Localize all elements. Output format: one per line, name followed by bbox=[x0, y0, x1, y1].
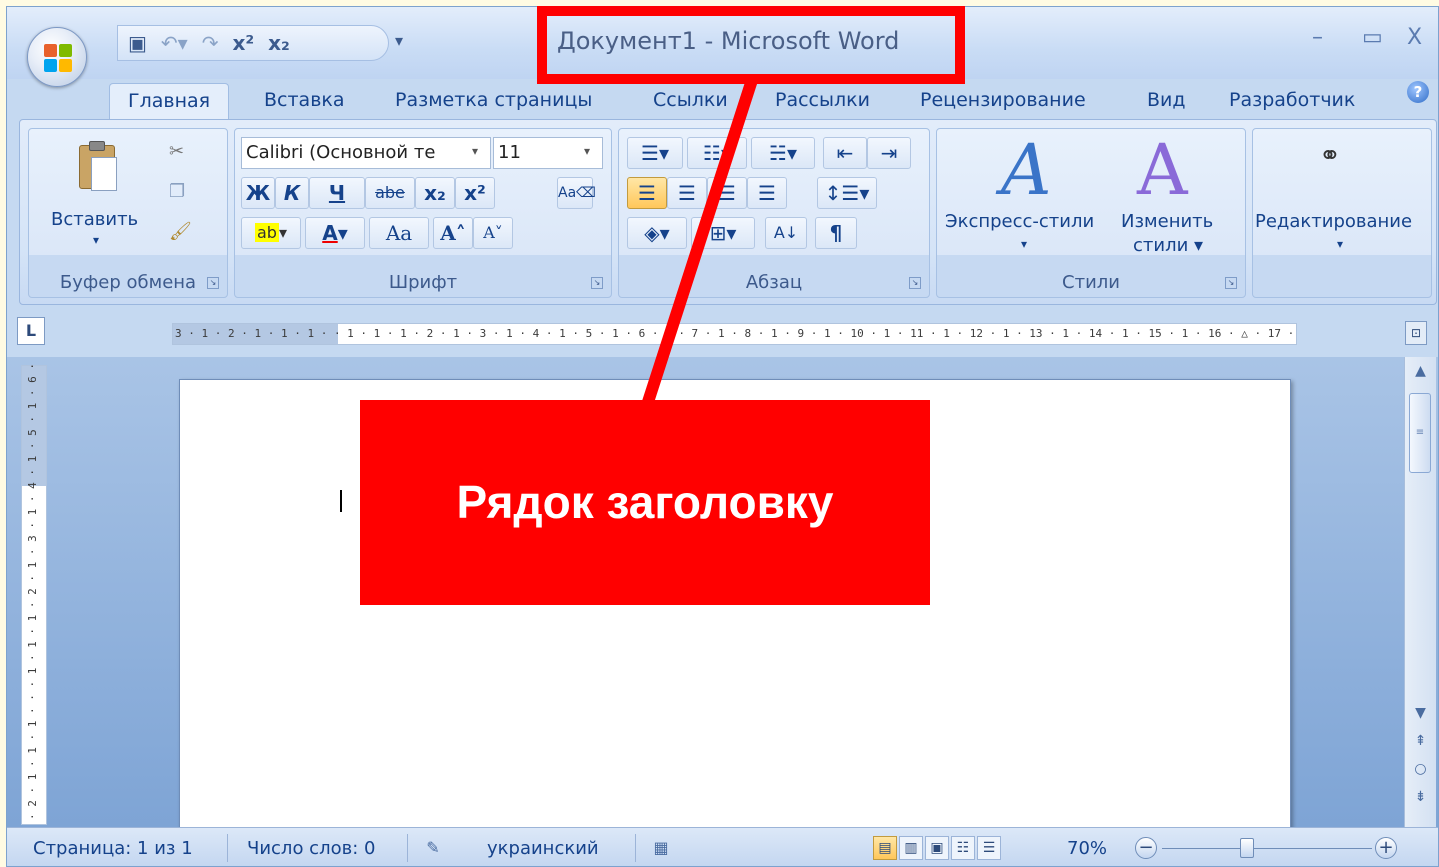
annotation-callout: Рядок заголовку bbox=[360, 400, 930, 605]
